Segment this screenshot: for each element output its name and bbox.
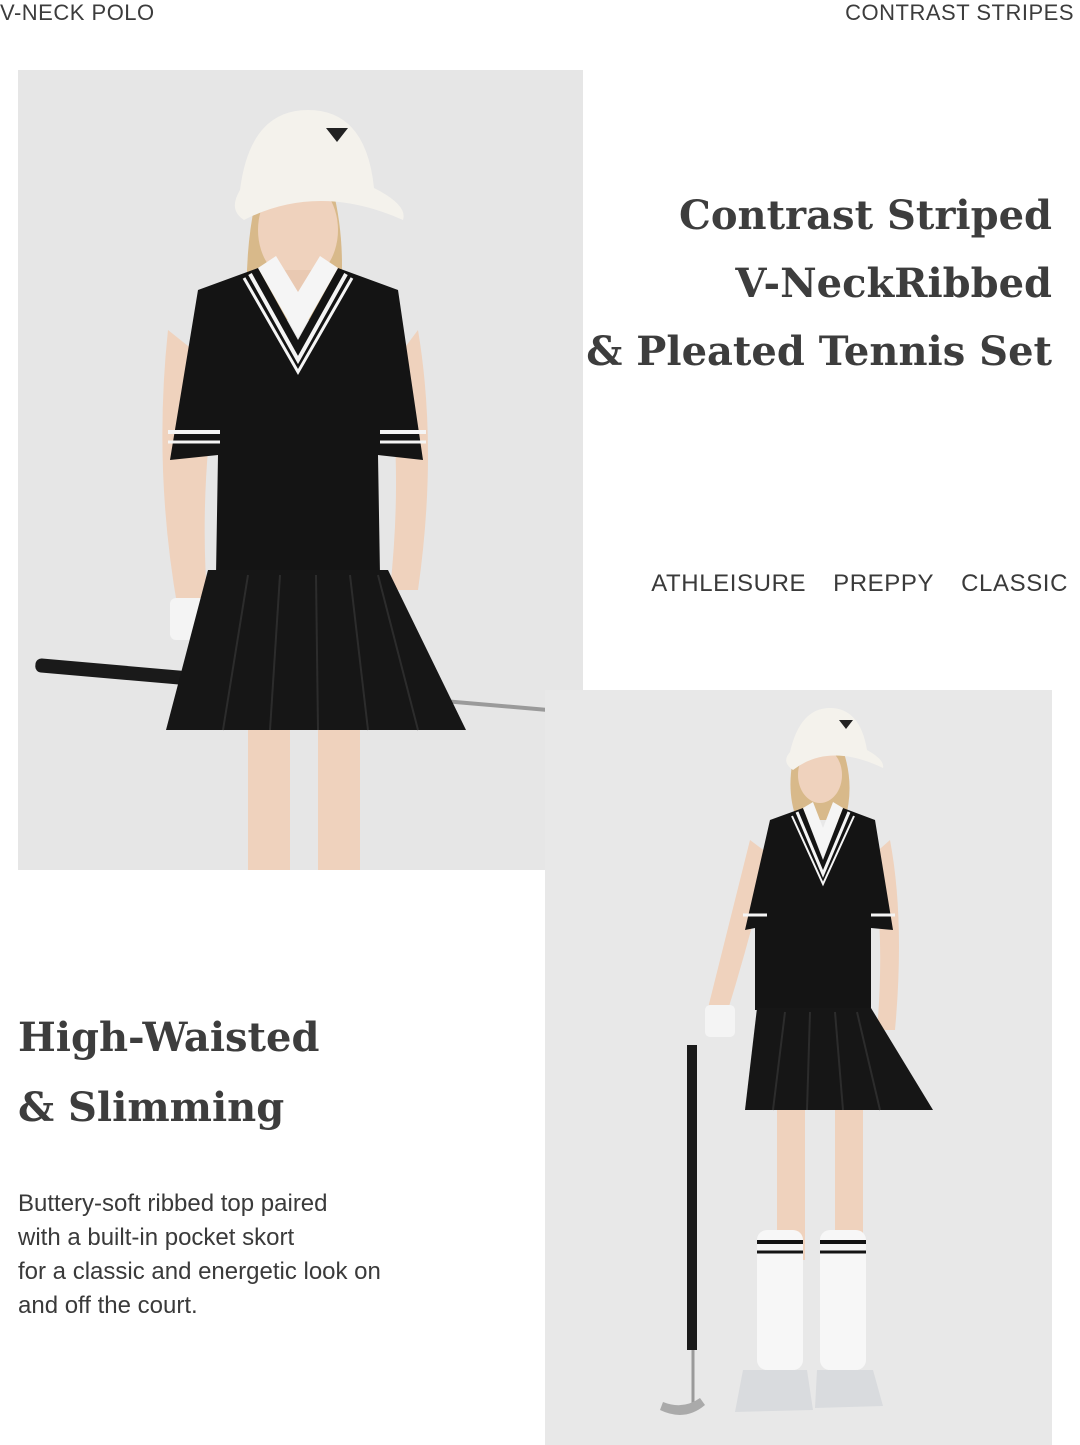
headline-line-2: V-NeckRibbed	[735, 260, 1052, 307]
top-label-v-neck-polo: V-NECK POLO	[0, 0, 155, 25]
model-illustration-full-body	[545, 690, 1052, 1445]
top-label-contrast-stripes: CONTRAST STRIPES	[845, 0, 1074, 25]
headline: Contrast Striped V-NeckRibbed & Pleated …	[492, 182, 1052, 386]
product-description: Buttery-soft ribbed top paired with a bu…	[18, 1187, 458, 1323]
product-photo-full-body	[545, 690, 1052, 1445]
description-line-1: Buttery-soft ribbed top paired	[18, 1190, 328, 1217]
tag-preppy: PREPPY	[833, 570, 935, 597]
tag-athleisure: ATHLEISURE	[651, 570, 807, 597]
description-line-2: with a built-in pocket skort	[18, 1224, 295, 1251]
headline-line-3: & Pleated Tennis Set	[586, 328, 1052, 375]
subhead-line-2: & Slimming	[18, 1084, 285, 1131]
subhead-line-1: High-Waisted	[18, 1014, 320, 1061]
style-tags: ATHLEISURE PREPPY CLASSIC	[651, 570, 1068, 598]
tag-classic: CLASSIC	[961, 570, 1068, 597]
description-line-3: for a classic and energetic look on	[18, 1258, 381, 1285]
headline-line-1: Contrast Striped	[678, 192, 1052, 239]
subhead: High-Waisted & Slimming	[18, 1003, 319, 1143]
description-line-4: and off the court.	[18, 1292, 198, 1319]
